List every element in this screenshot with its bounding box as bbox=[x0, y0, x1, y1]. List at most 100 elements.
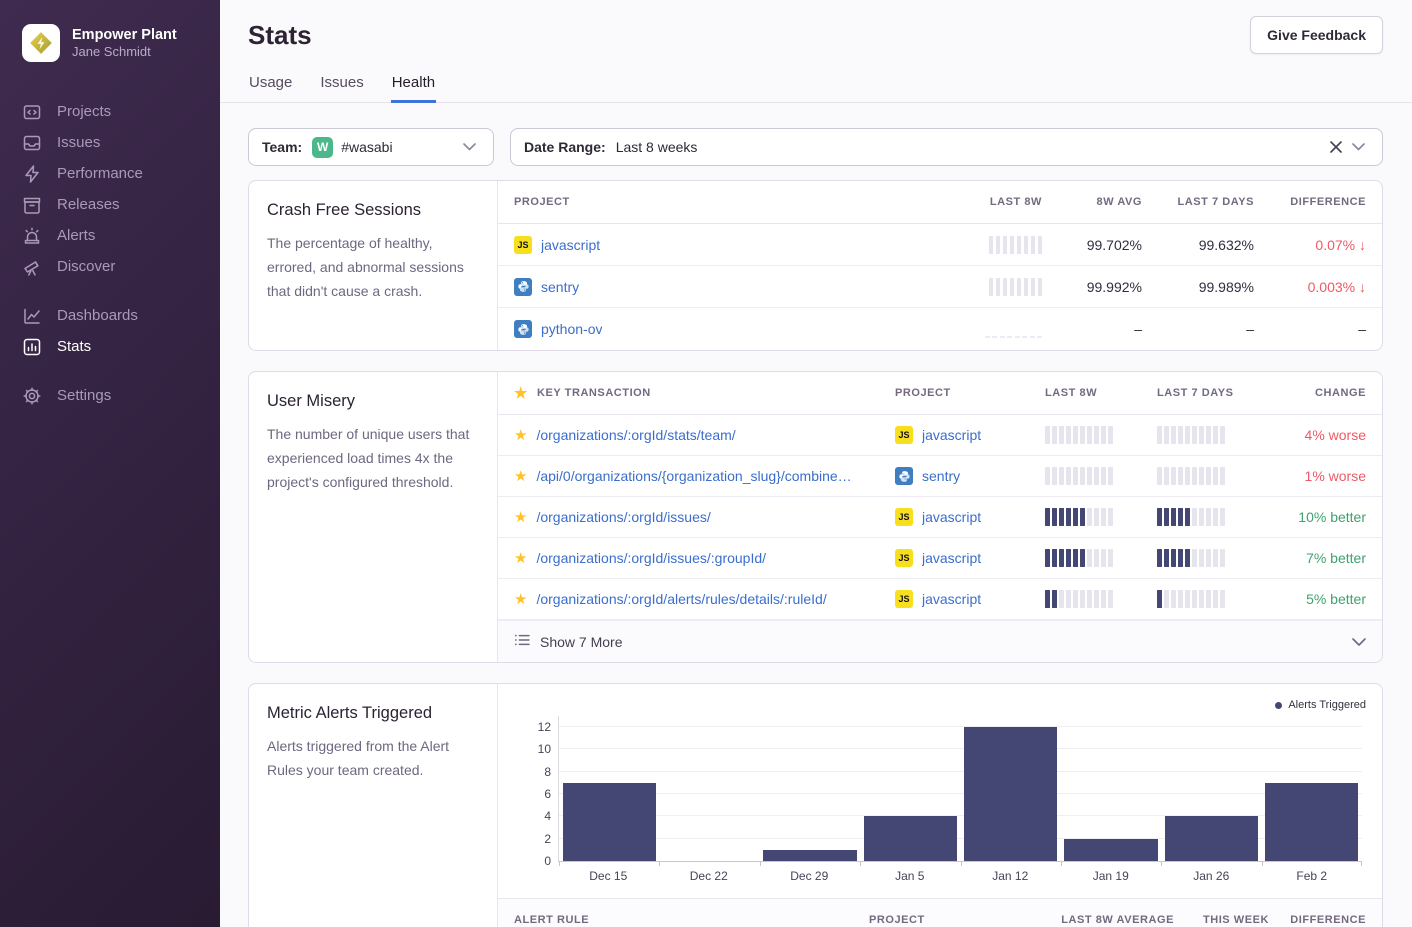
project-link[interactable]: sentry bbox=[541, 279, 579, 295]
org-switcher[interactable]: Empower Plant Jane Schmidt bbox=[22, 24, 220, 62]
project-link[interactable]: javascript bbox=[922, 550, 981, 566]
crash-table-header: PROJECT LAST 8W 8W AVG LAST 7 DAYS DIFFE… bbox=[498, 181, 1382, 224]
difference-value: 0.003% ↓ bbox=[1254, 279, 1366, 295]
sparkline bbox=[1157, 426, 1270, 444]
performance-icon bbox=[22, 164, 42, 184]
sidebar-item-label: Releases bbox=[57, 196, 120, 213]
arrow-down-icon: ↓ bbox=[1359, 237, 1366, 253]
python-platform-icon bbox=[895, 467, 913, 485]
key-transaction-star-icon[interactable]: ★ bbox=[514, 469, 527, 484]
sidebar-item-performance[interactable]: Performance bbox=[22, 158, 220, 189]
crash-free-sessions-panel: Crash Free Sessions The percentage of he… bbox=[248, 180, 1383, 351]
change-value: 4% worse bbox=[1270, 427, 1366, 443]
sidebar-item-label: Discover bbox=[57, 258, 115, 275]
avg-value: – bbox=[1042, 321, 1142, 337]
discover-icon bbox=[22, 257, 42, 277]
clear-date-icon[interactable] bbox=[1325, 136, 1347, 158]
project-link[interactable]: sentry bbox=[922, 468, 960, 484]
team-filter-value: #wasabi bbox=[341, 139, 392, 155]
transaction-link[interactable]: /organizations/:orgId/stats/team/ bbox=[536, 427, 735, 443]
date-range-value: Last 8 weeks bbox=[616, 139, 698, 155]
sidebar: Empower Plant Jane Schmidt Projects Issu… bbox=[0, 0, 220, 927]
chevron-down-icon[interactable] bbox=[1347, 136, 1369, 158]
col-difference: DIFFERENCE bbox=[1269, 914, 1366, 926]
sidebar-item-discover[interactable]: Discover bbox=[22, 251, 220, 282]
sparkline bbox=[1157, 590, 1270, 608]
project-link[interactable]: javascript bbox=[541, 237, 600, 253]
sidebar-item-projects[interactable]: Projects bbox=[22, 96, 220, 127]
sidebar-item-settings[interactable]: Settings bbox=[22, 380, 220, 411]
javascript-platform-icon: JS bbox=[895, 549, 913, 567]
panel-title: Crash Free Sessions bbox=[267, 201, 479, 220]
sidebar-item-label: Dashboards bbox=[57, 307, 138, 324]
alerts-icon bbox=[22, 226, 42, 246]
sidebar-item-releases[interactable]: Releases bbox=[22, 189, 220, 220]
sidebar-item-label: Projects bbox=[57, 103, 111, 120]
sidebar-item-alerts[interactable]: Alerts bbox=[22, 220, 220, 251]
project-link[interactable]: python-ov bbox=[541, 321, 602, 337]
sparkline bbox=[1045, 467, 1157, 485]
sidebar-item-stats[interactable]: Stats bbox=[22, 331, 220, 362]
transaction-link[interactable]: /organizations/:orgId/alerts/rules/detai… bbox=[536, 591, 826, 607]
give-feedback-button[interactable]: Give Feedback bbox=[1250, 16, 1383, 54]
team-filter[interactable]: Team: W #wasabi bbox=[248, 128, 494, 166]
javascript-platform-icon: JS bbox=[895, 426, 913, 444]
sidebar-item-label: Stats bbox=[57, 338, 91, 355]
main-area: Stats Give Feedback Usage Issues Health … bbox=[220, 0, 1412, 927]
avg-value: 99.702% bbox=[1042, 237, 1142, 253]
change-value: 7% better bbox=[1270, 550, 1366, 566]
transaction-link[interactable]: /organizations/:orgId/issues/ bbox=[536, 509, 710, 525]
key-transaction-star-icon[interactable]: ★ bbox=[514, 510, 527, 525]
legend-item-alerts-triggered[interactable]: Alerts Triggered bbox=[514, 696, 1366, 714]
panel-description: The number of unique users that experien… bbox=[267, 422, 479, 494]
arrow-down-icon: ↓ bbox=[1359, 279, 1366, 295]
chevron-down-icon[interactable] bbox=[458, 136, 480, 158]
chevron-down-icon bbox=[1352, 634, 1366, 650]
transaction-link[interactable]: /api/0/organizations/{organization_slug}… bbox=[536, 468, 851, 484]
sidebar-item-label: Settings bbox=[57, 387, 111, 404]
sparkline bbox=[1157, 508, 1270, 526]
change-value: 1% worse bbox=[1270, 468, 1366, 484]
table-row: ★ /organizations/:orgId/issues/ JS javas… bbox=[498, 497, 1382, 538]
sparkline bbox=[989, 236, 1043, 254]
panel-title: User Misery bbox=[267, 392, 479, 411]
key-transaction-star-icon[interactable]: ★ bbox=[514, 428, 527, 443]
sidebar-item-label: Alerts bbox=[57, 227, 95, 244]
stats-tabs: Usage Issues Health bbox=[220, 74, 1412, 103]
javascript-platform-icon: JS bbox=[895, 590, 913, 608]
date-range-label: Date Range: bbox=[524, 139, 606, 155]
team-filter-label: Team: bbox=[262, 139, 302, 155]
tab-health[interactable]: Health bbox=[391, 74, 436, 103]
sparkline bbox=[989, 278, 1043, 296]
releases-icon bbox=[22, 195, 42, 215]
tab-usage[interactable]: Usage bbox=[248, 74, 293, 103]
col-last7days: LAST 7 DAYS bbox=[1157, 387, 1270, 399]
alerts-chart: Alerts Triggered 024681012 Dec 15Dec 22D… bbox=[498, 684, 1382, 883]
panel-description: Alerts triggered from the Alert Rules yo… bbox=[267, 734, 479, 782]
health-content: Team: W #wasabi Date Range: Last 8 weeks bbox=[220, 103, 1412, 927]
sparkline bbox=[1157, 549, 1270, 567]
key-transaction-star-icon[interactable]: ★ bbox=[514, 592, 527, 607]
col-difference: DIFFERENCE bbox=[1254, 196, 1366, 208]
transaction-link[interactable]: /organizations/:orgId/issues/:groupId/ bbox=[536, 550, 766, 566]
sidebar-item-dashboards[interactable]: Dashboards bbox=[22, 300, 220, 331]
tab-issues[interactable]: Issues bbox=[319, 74, 364, 103]
gear-icon bbox=[22, 386, 42, 406]
page-title: Stats bbox=[248, 20, 312, 51]
sparkline bbox=[1045, 426, 1157, 444]
show-more-button[interactable]: Show 7 More bbox=[498, 620, 1382, 662]
sidebar-item-issues[interactable]: Issues bbox=[22, 127, 220, 158]
difference-value: 0.07% ↓ bbox=[1254, 237, 1366, 253]
javascript-platform-icon: JS bbox=[514, 236, 532, 254]
difference-value: – bbox=[1254, 321, 1366, 337]
sparkline bbox=[985, 320, 1043, 338]
col-this-week: THIS WEEK bbox=[1174, 914, 1269, 926]
project-link[interactable]: javascript bbox=[922, 591, 981, 607]
project-link[interactable]: javascript bbox=[922, 427, 981, 443]
python-platform-icon bbox=[514, 278, 532, 296]
dashboards-icon bbox=[22, 306, 42, 326]
project-link[interactable]: javascript bbox=[922, 509, 981, 525]
key-transaction-star-icon[interactable]: ★ bbox=[514, 551, 527, 566]
sparkline bbox=[1045, 590, 1157, 608]
date-range-filter[interactable]: Date Range: Last 8 weeks bbox=[510, 128, 1383, 166]
